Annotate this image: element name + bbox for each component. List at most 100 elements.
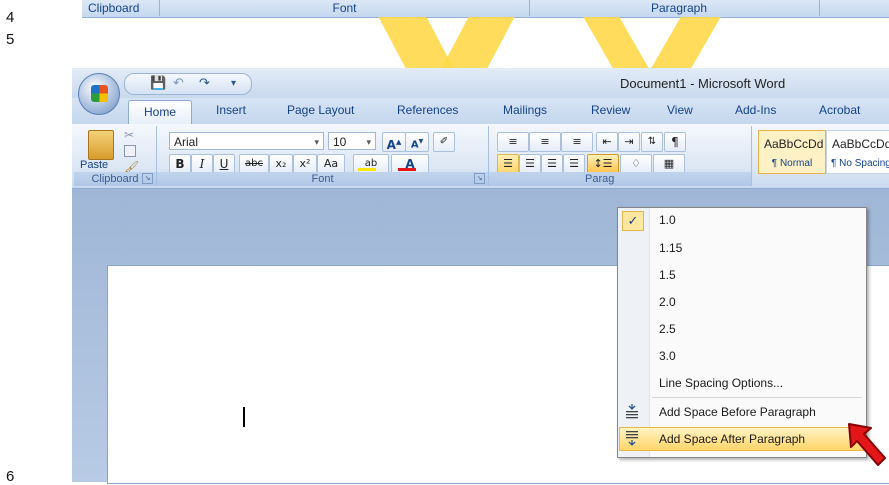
paste-button[interactable]: Paste [80, 159, 108, 171]
clear-formatting-icon[interactable]: ✐ [433, 132, 455, 152]
top-group-clipboard: Clipboard [82, 0, 160, 16]
style-normal[interactable]: AaBbCcDd ¶ Normal [758, 130, 826, 174]
numbering-icon[interactable]: ≡ [529, 132, 561, 152]
ribbon: Paste ✂ 🖌 Clipboard ↘ Arial ▾ 10 ▾ A▲ A▼… [72, 124, 889, 189]
paste-icon[interactable] [88, 130, 114, 160]
cut-icon[interactable]: ✂ [124, 128, 134, 142]
menu-item-2-0[interactable]: 2.0 [618, 290, 866, 314]
multilevel-list-icon[interactable]: ≡ [561, 132, 593, 152]
line-spacing-button[interactable]: ↕☰ [587, 154, 619, 174]
customize-qat-icon[interactable]: ▾ [231, 78, 236, 89]
increase-indent-icon[interactable]: ⇥ [618, 132, 640, 152]
font-color-button[interactable]: A [391, 154, 429, 174]
subscript-button[interactable]: x₂ [269, 154, 293, 174]
italic-button[interactable]: I [191, 154, 213, 174]
menu-item-label: 1.0 [659, 213, 676, 227]
watermark-stroke [583, 17, 649, 68]
tab-insert[interactable]: Insert [216, 103, 246, 117]
align-left-icon[interactable]: ☰ [497, 154, 519, 174]
top-group-paragraph: Paragraph [539, 0, 820, 16]
menu-item-3-0[interactable]: 3.0 [618, 344, 866, 368]
menu-item-1-5[interactable]: 1.5 [618, 263, 866, 287]
title-bar: 💾 ↶ ↷ ▾ Document1 - Microsoft Word [72, 68, 889, 115]
tab-view[interactable]: View [667, 103, 693, 117]
font-size-field[interactable]: 10 ▾ [328, 132, 376, 150]
watermark-stroke [441, 17, 515, 68]
style-no-spacing[interactable]: AaBbCcDd ¶ No Spacing [826, 130, 889, 174]
align-center-icon[interactable]: ☰ [519, 154, 541, 174]
decrease-indent-icon[interactable]: ⇤ [596, 132, 618, 152]
tab-label: Home [144, 105, 177, 119]
paragraph-group-label: Parag [489, 172, 751, 186]
space-before-icon [626, 404, 638, 419]
menu-item-2-5[interactable]: 2.5 [618, 317, 866, 341]
red-pointer-arrow-icon [848, 423, 886, 466]
style-name: ¶ Normal [771, 158, 813, 169]
undo-icon[interactable]: ↶ [173, 76, 184, 91]
tab-acrobat[interactable]: Acrobat [819, 103, 860, 117]
top-ribbon-fragment: Clipboard Font Paragraph [82, 0, 889, 18]
top-group-font: Font [160, 0, 530, 16]
office-button[interactable] [78, 73, 120, 115]
font-size-value: 10 [333, 135, 347, 149]
justify-icon[interactable]: ☰ [563, 154, 585, 174]
font-color-bar [398, 168, 416, 171]
show-formatting-icon[interactable]: ¶ [664, 132, 686, 152]
grow-font-button[interactable]: A▲ [382, 132, 406, 152]
sort-icon[interactable]: ⇅ [641, 132, 663, 152]
text-highlight-button[interactable]: ab [353, 154, 389, 174]
menu-item-1-0[interactable]: ✓ 1.0 [618, 208, 866, 232]
strikethrough-button[interactable]: abc [239, 154, 269, 174]
change-case-button[interactable]: Aa [317, 154, 345, 174]
menu-item-add-space-after[interactable]: Add Space After Paragraph [618, 427, 866, 451]
menu-item-label: 2.5 [659, 322, 676, 336]
menu-item-label: Add Space After Paragraph [659, 432, 806, 446]
bold-button[interactable]: B [169, 154, 191, 174]
clipboard-launcher-icon[interactable]: ↘ [142, 173, 153, 184]
chevron-down-icon: ▾ [366, 137, 371, 147]
menu-separator [652, 397, 862, 398]
check-icon: ✓ [622, 211, 644, 231]
shading-icon[interactable]: ♢ [620, 154, 652, 174]
menu-item-1-15[interactable]: 1.15 [618, 236, 866, 260]
paragraph-group: ≡ ≡ ≡ ⇤ ⇥ ⇅ ¶ ☰ ☰ ☰ ☰ ↕☰ ♢ ▦ Parag [489, 126, 752, 186]
borders-icon[interactable]: ▦ [653, 154, 685, 174]
font-name-field[interactable]: Arial ▾ [169, 132, 324, 150]
tab-add-ins[interactable]: Add-Ins [735, 103, 776, 117]
style-preview: AaBbCcDd [832, 137, 889, 151]
office-logo-icon [91, 85, 108, 102]
underline-button[interactable]: U [213, 154, 235, 174]
style-preview: AaBbCcDd [764, 137, 824, 151]
font-group: Arial ▾ 10 ▾ A▲ A▼ ✐ B I U abc x₂ x² Aa … [157, 126, 489, 186]
menu-item-line-spacing-options[interactable]: Line Spacing Options... [618, 371, 866, 395]
line-spacing-menu: ✓ 1.0 1.15 1.5 2.0 2.5 3.0 Line Spacing … [617, 207, 867, 458]
space-after-icon [626, 431, 638, 446]
tab-review[interactable]: Review [591, 103, 630, 117]
font-group-label: Font [157, 172, 488, 186]
style-name: ¶ No Spacing [831, 158, 889, 169]
window-title: Document1 - Microsoft Word [620, 76, 786, 91]
watermark-stroke [651, 17, 721, 68]
shrink-font-button[interactable]: A▼ [405, 132, 429, 152]
highlight-color-bar [358, 168, 376, 171]
copy-icon[interactable] [124, 145, 136, 157]
tab-mailings[interactable]: Mailings [503, 103, 547, 117]
menu-item-label: Line Spacing Options... [659, 376, 784, 390]
menu-item-label: 3.0 [659, 349, 676, 363]
tab-home[interactable]: Home [128, 100, 192, 125]
bullets-icon[interactable]: ≡ [497, 132, 529, 152]
styles-group: AaBbCcDd ¶ Normal AaBbCcDd ¶ No Spacing [752, 126, 889, 186]
tab-references[interactable]: References [397, 103, 458, 117]
superscript-button[interactable]: x² [293, 154, 317, 174]
menu-item-add-space-before[interactable]: Add Space Before Paragraph [618, 400, 866, 424]
align-right-icon[interactable]: ☰ [541, 154, 563, 174]
tab-page-layout[interactable]: Page Layout [287, 103, 354, 117]
menu-item-label: Add Space Before Paragraph [659, 405, 816, 419]
clipboard-group: Paste ✂ 🖌 Clipboard ↘ [74, 126, 157, 186]
save-icon[interactable]: 💾 [150, 76, 166, 91]
font-launcher-icon[interactable]: ↘ [474, 173, 485, 184]
menu-item-label: 1.15 [659, 241, 683, 255]
watermark-stroke [378, 17, 454, 68]
redo-icon[interactable]: ↷ [199, 76, 210, 91]
text-cursor [243, 407, 245, 427]
